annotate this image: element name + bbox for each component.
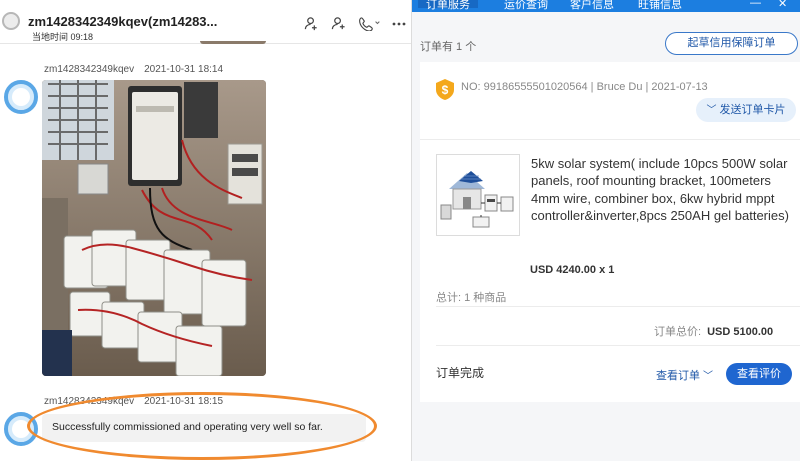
send-order-card-label: 发送订单卡片	[719, 104, 786, 116]
solar-installation-photo	[42, 80, 266, 376]
order-card: $ NO: 99186555501020564 | Bruce Du | 202…	[420, 62, 800, 402]
contact-icon[interactable]	[331, 16, 346, 31]
message-meta: zm1428342349kqev 2021-10-31 18:15	[44, 396, 223, 407]
product-thumbnail[interactable]	[436, 154, 520, 236]
message-time: 2021-10-31 18:14	[144, 64, 224, 75]
order-total: 订单总价: USD 5100.00	[654, 323, 773, 339]
phone-icon[interactable]	[358, 16, 380, 31]
view-review-button[interactable]: 查看评价	[726, 363, 792, 385]
message-text-bubble: Successfully commissioned and operating …	[42, 414, 366, 442]
order-number[interactable]: NO: 99186555501020564 | Bruce Du | 2021-…	[461, 81, 708, 93]
order-count: 订单有 1 个	[420, 41, 477, 53]
send-order-card-button[interactable]: ﹀ 发送订单卡片	[696, 98, 796, 122]
contact-avatar[interactable]	[2, 12, 20, 30]
tab-shop-info[interactable]: 旺铺信息	[638, 0, 682, 12]
sender-name: zm1428342349kqev	[44, 396, 135, 407]
total-items: 总计: 1 种商品	[436, 292, 507, 304]
sender-avatar[interactable]	[4, 80, 38, 114]
local-time: 当地时间 09:18	[32, 32, 94, 42]
sender-name: zm1428342349kqev	[44, 64, 135, 75]
solar-system-product-image	[437, 155, 519, 235]
divider	[436, 345, 800, 346]
previous-message-edge	[200, 38, 266, 44]
more-icon[interactable]	[392, 22, 406, 26]
tab-order-service[interactable]: 订单服务	[418, 0, 478, 11]
order-status: 订单完成	[436, 366, 485, 380]
svg-text:$: $	[442, 83, 449, 97]
user-add-icon[interactable]	[304, 16, 319, 31]
sender-avatar[interactable]	[4, 412, 38, 446]
product-price: USD 4240.00 x 1	[530, 264, 615, 276]
order-total-label: 订单总价:	[654, 326, 702, 338]
close-icon[interactable]: ✕	[778, 0, 787, 10]
order-card-header: $ NO: 99186555501020564 | Bruce Du | 202…	[420, 62, 800, 140]
tab-freight-query[interactable]: 运价查询	[504, 0, 548, 12]
chat-panel: zm1428342349kqev(zm14283... 当地时间 09:18 z…	[0, 0, 412, 461]
product-title[interactable]: 5kw solar system( include 10pcs 500W sol…	[531, 155, 793, 225]
minimize-icon[interactable]: —	[750, 0, 761, 9]
tab-bar: 订单服务 运价查询 客户信息 旺铺信息 — ✕	[412, 0, 800, 12]
message-time: 2021-10-31 18:15	[144, 396, 224, 407]
view-order-button[interactable]: 查看订单 ﹀	[656, 367, 713, 383]
message-meta: zm1428342349kqev 2021-10-31 18:14	[44, 64, 223, 75]
chevron-down-icon: ﹀	[703, 371, 713, 382]
contact-name[interactable]: zm1428342349kqev(zm14283...	[28, 14, 217, 29]
order-panel: 订单服务 运价查询 客户信息 旺铺信息 — ✕ 订单有 1 个 起草信用保障订单…	[412, 0, 800, 461]
divider	[436, 306, 800, 307]
header-actions	[304, 16, 406, 31]
tab-customer-info[interactable]: 客户信息	[570, 0, 614, 12]
chevron-down-icon: ﹀	[706, 105, 717, 116]
draft-trade-assurance-order-button[interactable]: 起草信用保障订单	[665, 32, 798, 55]
order-total-value: USD 5100.00	[707, 326, 774, 338]
view-order-label: 查看订单	[656, 370, 700, 382]
message-photo[interactable]	[42, 80, 266, 376]
shield-badge-icon: $	[436, 79, 454, 100]
